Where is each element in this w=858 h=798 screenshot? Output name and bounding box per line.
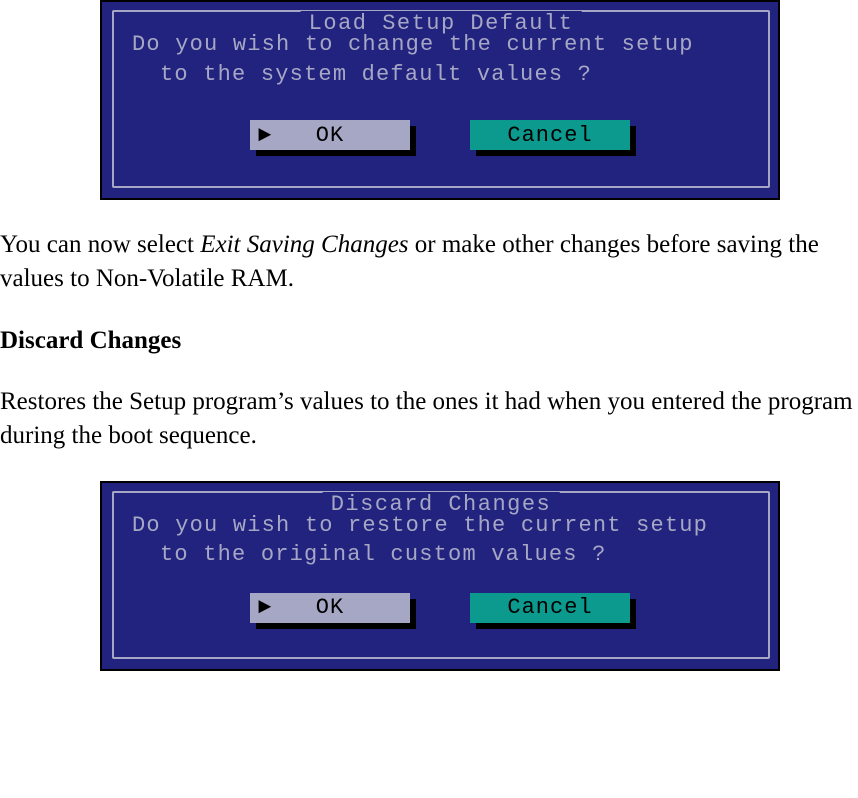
paragraph-discard-changes: Restores the Setup program’s values to t… [0,385,858,453]
ok-button-label: OK [316,595,344,620]
cancel-button[interactable]: Cancel [470,593,630,623]
selection-arrow-icon: ► [258,595,272,620]
cancel-button-label: Cancel [507,595,592,620]
cancel-button-label: Cancel [507,123,592,148]
selection-arrow-icon: ► [258,123,272,148]
cancel-button[interactable]: Cancel [470,120,630,150]
heading-discard-changes: Discard Changes [0,324,858,358]
dialog-message-line1: Do you wish to restore the current setup [132,511,758,541]
ok-button[interactable]: ► OK [250,593,410,623]
dialog-message-line2: to the system default values ? [132,60,758,90]
document-body: You can now select Exit Saving Changes o… [0,228,858,453]
ok-button[interactable]: ► OK [250,120,410,150]
bios-dialog-discard-changes: Discard Changes Do you wish to restore t… [100,481,780,671]
ok-button-label: OK [316,123,344,148]
paragraph-exit-saving: You can now select Exit Saving Changes o… [0,228,858,296]
dialog-message-line2: to the original custom values ? [132,540,758,570]
bios-dialog-load-setup-default: Load Setup Default Do you wish to change… [100,0,780,200]
dialog-message-line1: Do you wish to change the current setup [132,30,758,60]
